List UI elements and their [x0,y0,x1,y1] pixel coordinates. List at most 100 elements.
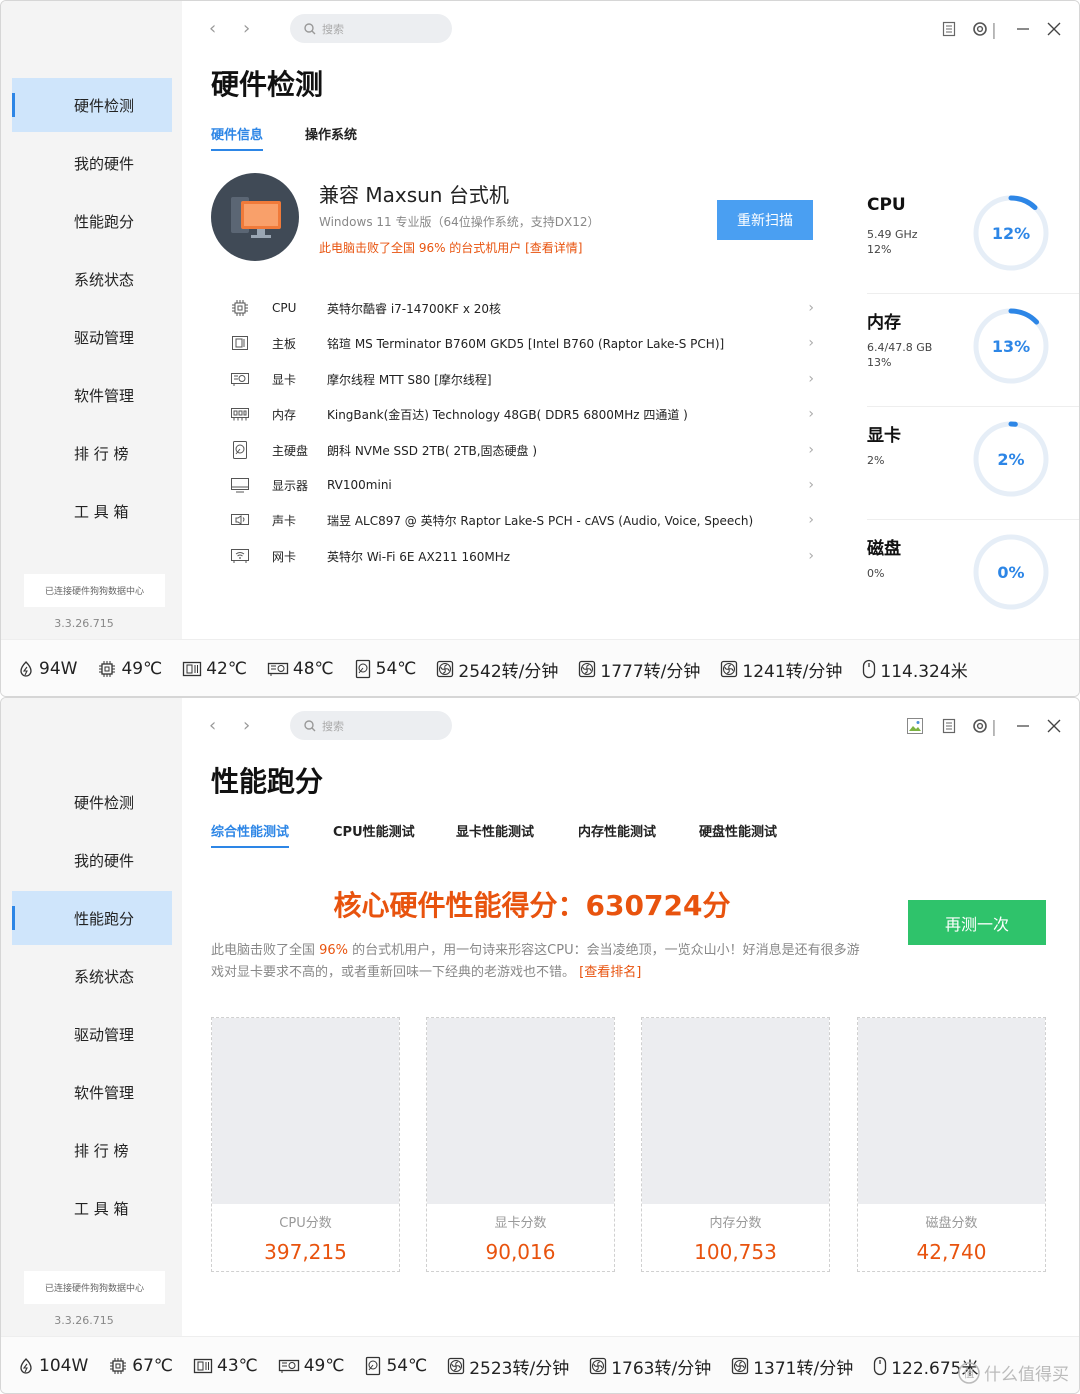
gauge-percent: 2% [997,449,1025,469]
sidebar-item-ranking[interactable]: 排 行 榜 [12,1123,172,1177]
sidebar-item-toolbox[interactable]: 工 具 箱 [12,484,172,538]
hardware-label: 网卡 [272,549,297,564]
sidebar-item-drivers[interactable]: 驱动管理 [12,310,172,364]
gauge-cpu: CPU 5.49 GHz 12% 12% [867,181,1079,294]
hardware-row-cpu[interactable]: CPU 英特尔酷睿 i7-14700KF x 20核 › [229,293,814,323]
status-item: 54℃ [364,1356,427,1376]
forward-icon[interactable]: › [243,19,250,39]
sidebar-item-software[interactable]: 软件管理 [12,1065,172,1119]
sidebar-item-drivers[interactable]: 驱动管理 [12,1007,172,1061]
tab-overall-benchmark[interactable]: 综合性能测试 [211,821,290,848]
back-icon[interactable]: ‹ [209,19,216,39]
sidebar-item-system-status[interactable]: 系统状态 [12,949,172,1003]
hardware-row-harddisk[interactable]: 主硬盘 朗科 NVMe SSD 2TB( 2TB,固态硬盘 ) › [229,435,814,465]
sidebar-item-hardware-detect[interactable]: 硬件检测 [12,775,172,829]
status-value: 1777转/分钟 [600,661,701,682]
image-icon[interactable] [904,715,926,737]
sidebar-item-label: 硬件检测 [74,793,135,812]
hardware-row-gpu[interactable]: 显卡 摩尔线程 MTT S80 [摩尔线程] › [229,364,814,394]
search-input[interactable]: 搜索 [290,14,452,43]
power-icon [17,1357,39,1375]
settings-icon[interactable] [969,18,991,40]
clipboard-icon[interactable] [938,18,960,40]
status-item: 48℃ [267,659,334,679]
hardware-value: 英特尔 Wi-Fi 6E AX211 160MHz [327,549,511,564]
status-item: 43℃ [193,1356,258,1376]
mouse-icon [862,659,880,679]
gauge-disk: 磁盘 0% 0% [867,520,1079,633]
sidebar-item-benchmark[interactable]: 性能跑分 [12,194,172,248]
status-item: 54℃ [354,659,417,679]
clipboard-icon[interactable] [938,715,960,737]
gauge-memory: 内存 6.4/47.8 GB 13% 13% [867,294,1079,407]
card-image [858,1018,1045,1204]
pc-rank-link[interactable]: 此电脑击败了全国 96% 的台式机用户 [查看详情] [319,239,582,256]
tab-memory-benchmark[interactable]: 内存性能测试 [578,821,656,846]
pc-name: 兼容 Maxsun 台式机 [319,183,509,207]
sidebar-item-label: 系统状态 [74,967,135,986]
version-label: 3.3.26.715 [54,1314,114,1327]
sidebar-item-label: 工 具 箱 [74,1199,129,1218]
hardware-value: 朗科 NVMe SSD 2TB( 2TB,固态硬盘 ) [327,443,538,458]
hardware-row-memory[interactable]: 内存 KingBank(金百达) Technology 48GB( DDR5 6… [229,399,814,429]
sidebar-item-hardware-detect[interactable]: 硬件检测 [12,78,172,132]
chevron-right-icon: › [808,442,814,458]
sidebar-item-label: 性能跑分 [74,212,135,231]
status-value: 2523转/分钟 [469,1358,570,1379]
status-item: 42℃ [182,659,247,679]
hardware-row-soundcard[interactable]: 声卡 瑞昱 ALC897 @ 英特尔 Raptor Lake-S PCH - c… [229,505,814,535]
score-card-disk: 磁盘分数 42,740 [857,1017,1046,1272]
sidebar-item-ranking[interactable]: 排 行 榜 [12,426,172,480]
hardware-row-network[interactable]: 网卡 英特尔 Wi-Fi 6E AX211 160MHz › [229,541,814,571]
sidebar-item-toolbox[interactable]: 工 具 箱 [12,1181,172,1235]
sidebar-item-system-status[interactable]: 系统状态 [12,252,172,306]
desc-text: 此电脑击败了全国 [211,943,320,958]
power-icon [17,660,39,678]
sidebar-item-my-hardware[interactable]: 我的硬件 [12,136,172,190]
status-value: 1371转/分钟 [753,1358,854,1379]
status-item: 49℃ [97,659,162,679]
minimize-icon[interactable] [1012,18,1034,40]
card-value: 100,753 [694,1240,777,1264]
search-input[interactable]: 搜索 [290,711,452,740]
card-label: CPU分数 [279,1216,332,1231]
tab-disk-benchmark[interactable]: 硬盘性能测试 [699,821,777,846]
sidebar-item-label: 驱动管理 [74,1025,135,1044]
sidebar: 硬件检测 我的硬件 性能跑分 系统状态 驱动管理 软件管理 排 行 榜 工 具 … [1,698,182,1336]
settings-icon[interactable] [969,715,991,737]
chevron-right-icon: › [808,335,814,351]
version-label: 3.3.26.715 [54,617,114,630]
chevron-right-icon: › [808,512,814,528]
sidebar-item-my-hardware[interactable]: 我的硬件 [12,833,172,887]
view-ranking-link[interactable]: [查看排名] [579,965,641,980]
tab-hardware-info[interactable]: 硬件信息 [211,124,264,151]
search-icon [304,22,316,34]
gpu-temp-icon [267,660,293,678]
tab-gpu-benchmark[interactable]: 显卡性能测试 [456,821,534,846]
retest-button[interactable]: 再测一次 [908,900,1046,945]
gauge-detail: 12% [867,243,892,256]
watermark-text: 什么值得买 [984,1365,1069,1385]
minimize-icon[interactable] [1012,715,1034,737]
rescan-button[interactable]: 重新扫描 [717,200,813,240]
status-value: 54℃ [386,1356,428,1376]
close-icon[interactable] [1043,715,1065,737]
hardware-label: 声卡 [272,513,297,528]
gauge-title: 显卡 [867,426,901,446]
hardware-row-monitor[interactable]: 显示器 RV100mini › [229,470,814,500]
gauge-detail: 2% [867,454,885,467]
tab-os[interactable]: 操作系统 [305,124,357,149]
main-panel: ‹ › 搜索 | 性能跑分 综合性能测试 CPU性能测试 显卡性能测试 内存性能… [182,698,1079,1336]
page-title: 性能跑分 [211,765,324,798]
back-icon[interactable]: ‹ [209,716,216,736]
sidebar-item-label: 驱动管理 [74,328,135,347]
close-icon[interactable] [1043,18,1065,40]
sidebar-item-benchmark[interactable]: 性能跑分 [12,891,172,945]
status-item: 1371转/分钟 [731,1354,853,1379]
tab-cpu-benchmark[interactable]: CPU性能测试 [333,821,415,846]
status-value: 54℃ [375,659,417,679]
hardware-row-motherboard[interactable]: 主板 铭瑄 MS Terminator B760M GKD5 [Intel B7… [229,328,814,358]
forward-icon[interactable]: › [243,716,250,736]
sidebar-item-software[interactable]: 软件管理 [12,368,172,422]
status-item: 104W [17,1356,88,1376]
